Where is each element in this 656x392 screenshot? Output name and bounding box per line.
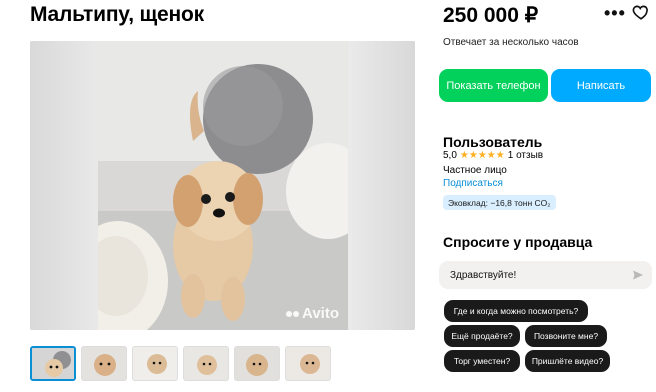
message-text: Здравствуйте! bbox=[450, 269, 517, 281]
main-photo[interactable] bbox=[98, 41, 348, 330]
watermark-text: Avito bbox=[302, 305, 339, 322]
write-message-button[interactable]: Написать bbox=[551, 69, 651, 102]
subscribe-link[interactable]: Подписаться bbox=[443, 178, 503, 189]
seller-type: Частное лицо bbox=[443, 165, 507, 176]
seller-rating: 5,0 ★★★★★ 1 отзыв bbox=[443, 150, 543, 161]
show-phone-button[interactable]: Показать телефон bbox=[439, 69, 548, 102]
thumbnail-image bbox=[286, 347, 330, 380]
thumbnail-5[interactable] bbox=[234, 346, 280, 381]
thumbnail-image bbox=[32, 348, 74, 379]
listing-price: 250 000 ₽ bbox=[443, 4, 539, 27]
thumbnail-image bbox=[184, 347, 228, 380]
send-icon[interactable] bbox=[632, 269, 644, 281]
thumbnail-6[interactable] bbox=[285, 346, 331, 381]
avito-watermark: Avito bbox=[286, 305, 339, 322]
seller-name[interactable]: Пользователь bbox=[443, 134, 542, 150]
reviews-link[interactable]: 1 отзыв bbox=[508, 150, 543, 161]
quick-question-chip[interactable]: Пришлёте видео? bbox=[525, 350, 610, 372]
thumbnail-image bbox=[82, 347, 126, 380]
message-input[interactable]: Здравствуйте! bbox=[439, 261, 652, 289]
rating-stars-icon: ★★★★★ bbox=[459, 150, 505, 161]
quick-question-chip[interactable]: Позвоните мне? bbox=[525, 325, 607, 347]
thumbnail-image bbox=[235, 347, 279, 380]
favorite-heart-icon[interactable] bbox=[632, 3, 650, 21]
thumbnail-image bbox=[133, 347, 177, 380]
thumbnail-4[interactable] bbox=[183, 346, 229, 381]
listing-title: Мальтипу, щенок bbox=[30, 3, 204, 26]
reply-time: Отвечает за несколько часов bbox=[443, 37, 579, 48]
quick-question-chip[interactable]: Ещё продаёте? bbox=[444, 325, 520, 347]
avito-logo-icon bbox=[286, 310, 300, 317]
quick-question-chip[interactable]: Где и когда можно посмотреть? bbox=[444, 300, 588, 322]
eco-badge[interactable]: Эковклад: −16,8 тонн CO₂ bbox=[443, 195, 556, 210]
thumbnail-2[interactable] bbox=[81, 346, 127, 381]
thumbnail-3[interactable] bbox=[132, 346, 178, 381]
puppy-photo-image bbox=[98, 41, 348, 330]
gallery-next-area[interactable] bbox=[345, 41, 415, 330]
photo-gallery[interactable]: Avito bbox=[30, 41, 415, 330]
thumbnail-strip bbox=[30, 346, 331, 381]
ask-seller-heading: Спросите у продавца bbox=[443, 234, 593, 250]
more-options-button[interactable]: ••• bbox=[604, 3, 626, 24]
quick-question-chip[interactable]: Торг уместен? bbox=[444, 350, 520, 372]
gallery-prev-area[interactable] bbox=[30, 41, 100, 330]
thumbnail-1[interactable] bbox=[30, 346, 76, 381]
rating-value: 5,0 bbox=[443, 150, 457, 161]
